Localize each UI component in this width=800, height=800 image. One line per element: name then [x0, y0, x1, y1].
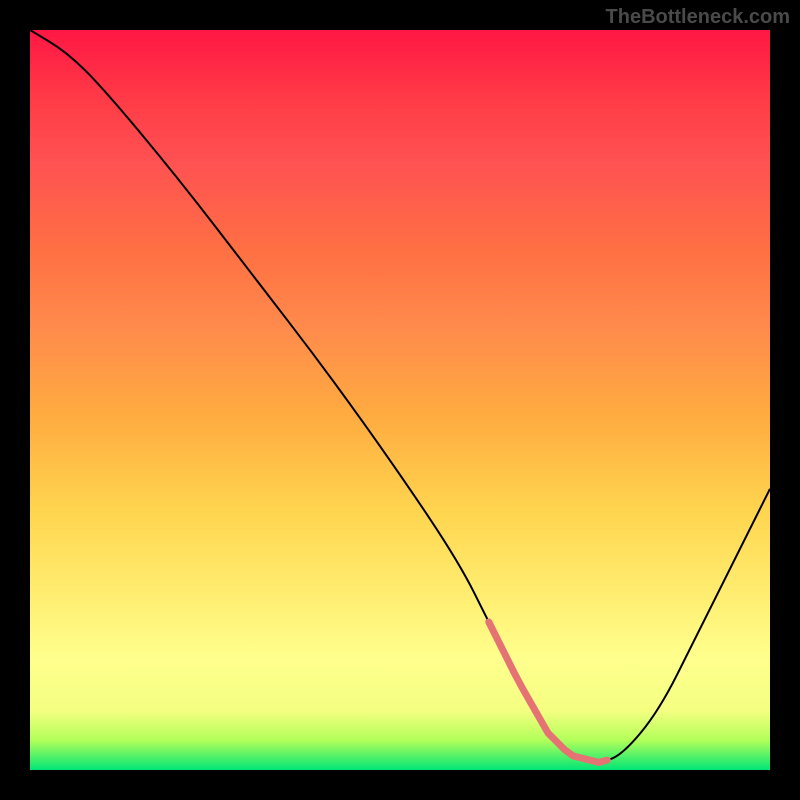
bottleneck-curve	[30, 30, 770, 761]
chart-svg	[30, 30, 770, 770]
chart-container	[30, 30, 770, 770]
optimal-range-highlight	[489, 622, 607, 762]
watermark-text: TheBottleneck.com	[606, 6, 790, 29]
